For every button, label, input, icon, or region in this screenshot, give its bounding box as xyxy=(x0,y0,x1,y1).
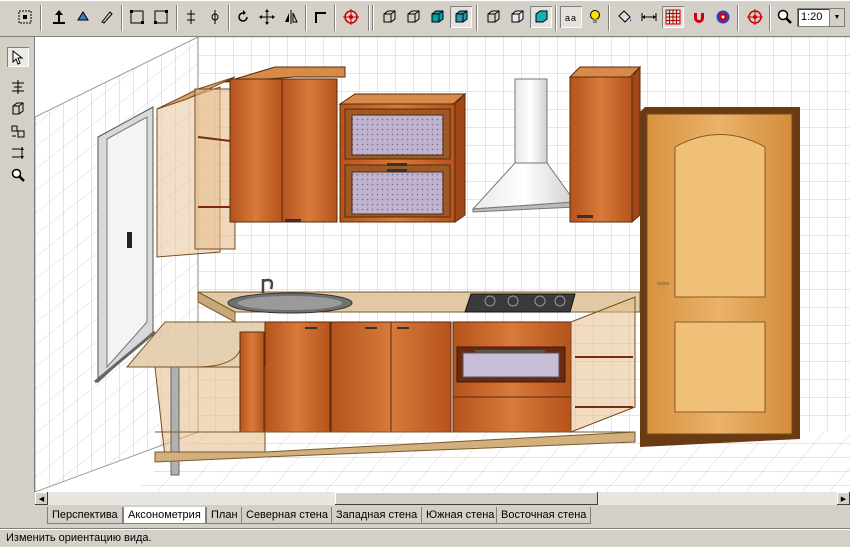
rotate-view-icon[interactable] xyxy=(232,6,254,28)
light-bulb-icon[interactable] xyxy=(584,6,606,28)
status-text: Изменить ориентацию вида. xyxy=(6,532,152,544)
move-up-icon[interactable] xyxy=(48,6,70,28)
cube-shaded-icon[interactable] xyxy=(426,6,448,28)
objects-icon[interactable] xyxy=(7,121,29,141)
tab-south-wall[interactable]: Южная стена xyxy=(421,507,500,524)
upper-cabinet-left xyxy=(224,66,346,223)
scroll-left-icon[interactable]: ◀ xyxy=(35,492,48,505)
distribute-icon[interactable] xyxy=(7,143,29,163)
box-icon[interactable] xyxy=(7,99,29,119)
tab-perspective[interactable]: Перспектива xyxy=(47,507,123,524)
status-bar: Изменить ориентацию вида. xyxy=(0,528,850,547)
upper-cabinet-glass-doors xyxy=(338,92,467,223)
edit-icon[interactable] xyxy=(96,6,118,28)
tab-axonometry[interactable]: Аксонометрия xyxy=(123,507,206,524)
bucket-icon[interactable] xyxy=(614,6,636,28)
box-hidden-icon[interactable] xyxy=(506,6,528,28)
scroll-thumb[interactable] xyxy=(335,492,598,505)
tab-west-wall[interactable]: Западная стена xyxy=(331,507,423,524)
frame-select-icon[interactable] xyxy=(150,6,172,28)
box-outline-icon[interactable] xyxy=(482,6,504,28)
rotate-icon[interactable] xyxy=(72,6,94,28)
magnet-icon[interactable] xyxy=(688,6,710,28)
box-solid-icon[interactable] xyxy=(530,6,552,28)
snap-target-icon[interactable] xyxy=(712,6,734,28)
mirror-icon[interactable] xyxy=(280,6,302,28)
tab-east-wall[interactable]: Восточная стена xyxy=(496,507,592,524)
cube-textured-icon[interactable] xyxy=(450,6,472,28)
view-tabs: Перспектива Аксонометрия План Северная с… xyxy=(35,505,850,527)
horizontal-scrollbar[interactable]: ◀ ▶ xyxy=(35,492,850,505)
cube-wire-icon[interactable] xyxy=(402,6,424,28)
target-icon[interactable] xyxy=(340,6,362,28)
pointer-icon[interactable] xyxy=(7,47,29,67)
zoom-icon[interactable] xyxy=(774,6,796,28)
left-tool-palette xyxy=(0,37,35,492)
text-labels-icon[interactable]: aa xyxy=(560,6,582,28)
light-source-icon[interactable] xyxy=(7,77,29,97)
upper-cabinet-right xyxy=(568,65,642,224)
kitchen-axonometric-scene xyxy=(35,37,850,492)
frame-icon[interactable] xyxy=(126,6,148,28)
tab-plan[interactable]: План xyxy=(206,507,243,524)
svg-text:a: a xyxy=(565,13,570,23)
align-vertical-icon[interactable] xyxy=(180,6,202,28)
align-center-icon[interactable] xyxy=(204,6,226,28)
interior-door xyxy=(640,107,800,447)
window xyxy=(94,106,156,384)
magnifier-icon[interactable] xyxy=(7,165,29,185)
scroll-right-icon[interactable]: ▶ xyxy=(837,492,850,505)
main-toolbar: aa 1:20 ▼ xyxy=(0,0,850,37)
gas-hob xyxy=(464,293,576,313)
3d-viewport[interactable] xyxy=(35,37,850,492)
grid-icon[interactable] xyxy=(662,6,684,28)
chevron-down-icon[interactable]: ▼ xyxy=(829,9,844,26)
corner-icon[interactable] xyxy=(310,6,332,28)
cube-front-icon[interactable] xyxy=(378,6,400,28)
zoom-select[interactable]: 1:20 ▼ xyxy=(797,8,845,27)
select-all-icon[interactable] xyxy=(14,6,36,28)
crosshair-icon[interactable] xyxy=(744,6,766,28)
zoom-value: 1:20 xyxy=(801,11,823,23)
dimension-icon[interactable] xyxy=(638,6,660,28)
svg-text:a: a xyxy=(571,13,576,23)
tab-north-wall[interactable]: Северная стена xyxy=(241,507,333,524)
move-view-icon[interactable] xyxy=(256,6,278,28)
